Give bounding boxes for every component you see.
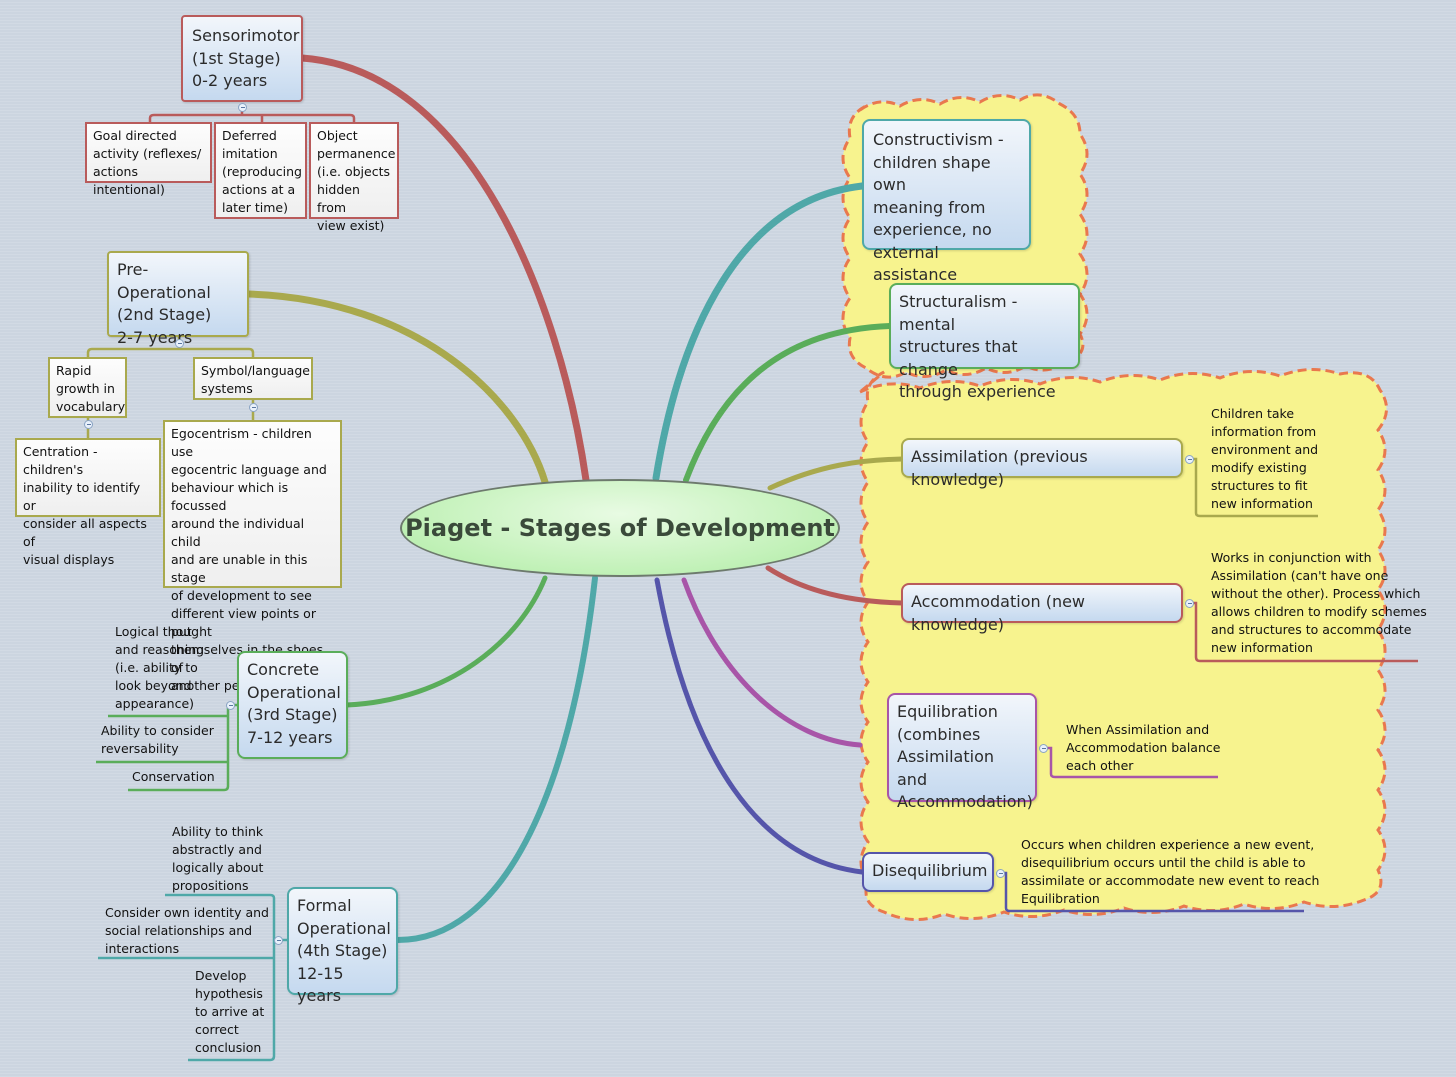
collapse-toggle-formal[interactable] [274,936,283,945]
branch-formal [395,575,598,943]
central-topic-label: Piaget - Stages of Development [405,514,835,542]
accommodation-note[interactable]: Works in conjunction with Assimilation (… [1211,549,1427,657]
process-equilibration-node[interactable]: Equilibration (combines Assimilation and… [887,693,1037,811]
collapse-toggle-sensorimotor[interactable] [238,103,247,112]
formal-abstract-thinking[interactable]: Ability to think abstractly and logicall… [172,823,263,895]
disequilibrium-note[interactable]: Occurs when children experience a new ev… [1021,836,1319,908]
collapse-toggle-rapid-growth[interactable] [84,420,93,429]
sensorimotor-deferred-imitation[interactable]: Deferred imitation (reproducing actions … [214,122,307,219]
collapse-toggle-symbol-language[interactable] [249,403,258,412]
collapse-toggle-assimilation[interactable] [1185,455,1194,464]
collapse-toggle-pre-operational[interactable] [175,339,184,348]
collapse-toggle-equilibration[interactable] [1039,744,1048,753]
assimilation-note[interactable]: Children take information from environme… [1211,405,1318,513]
formal-identity[interactable]: Consider own identity and social relatio… [105,904,269,958]
concrete-conservation[interactable]: Conservation [132,768,215,786]
pre-op-centration[interactable]: Centration - children's inability to ide… [15,438,161,567]
process-accommodation-node[interactable]: Accommodation (new knowledge) [901,583,1183,634]
stage-concrete-node[interactable]: Concrete Operational (3rd Stage) 7-12 ye… [237,651,348,759]
equilibration-note[interactable]: When Assimilation and Accommodation bala… [1066,721,1220,775]
branch-concrete [344,575,548,708]
theory-constructivism-node[interactable]: Constructivism - children shape own mean… [862,119,1031,284]
concrete-logical-thought[interactable]: Logical thought and reasoning (i.e. abil… [115,623,212,713]
process-assimilation-node[interactable]: Assimilation (previous knowledge) [901,438,1183,489]
stage-sensorimotor-node[interactable]: Sensorimotor (1st Stage) 0-2 years [181,15,303,102]
collapse-toggle-concrete[interactable] [226,701,235,710]
central-topic[interactable]: Piaget - Stages of Development [400,479,840,577]
collapse-toggle-disequilibrium[interactable] [996,869,1005,878]
pre-op-egocentrism[interactable]: Egocentrism - children use egocentric la… [163,420,342,693]
pre-op-symbol-language[interactable]: Symbol/language systems [193,357,313,400]
theory-structuralism-node[interactable]: Structuralism - mental structures that c… [889,283,1080,401]
branch-disequilibrium [654,577,865,875]
stage-formal-node[interactable]: Formal Operational (4th Stage) 12-15 yea… [287,887,398,1005]
pre-op-rapid-growth[interactable]: Rapid growth in vocabulary [48,357,127,418]
stage-pre-operational-node[interactable]: Pre-Operational (2nd Stage) 2-7 years [107,251,249,347]
sensorimotor-goal-directed[interactable]: Goal directed activity (reflexes/ action… [85,122,212,197]
sensorimotor-object-permanence[interactable]: Object permanence (i.e. objects hidden f… [309,122,399,233]
process-disequilibrium-node[interactable]: Disequilibrium [862,852,994,892]
formal-hypothesis[interactable]: Develop hypothesis to arrive at correct … [195,967,264,1057]
concrete-reversability[interactable]: Ability to consider reversability [101,722,214,758]
collapse-toggle-accommodation[interactable] [1185,599,1194,608]
branch-equilibration [681,577,863,748]
